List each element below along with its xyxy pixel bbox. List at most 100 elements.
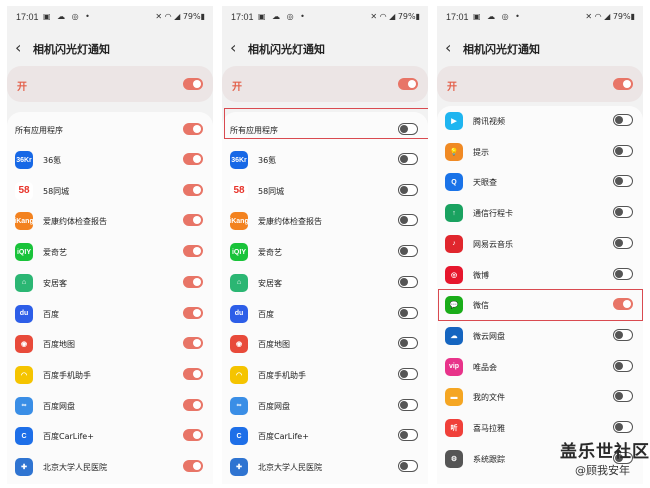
app-toggle[interactable] (183, 367, 203, 380)
app-row[interactable]: ✚ 北京大学人民医院 (222, 452, 428, 482)
app-row[interactable]: ↑ 通信行程卡 (437, 198, 643, 228)
settings-panel-1: 17:01 ▣ ☁ ◎ • ✕ ◠ ◢ 79%▮ ‹ 相机闪光灯通知 开 所有应… (7, 6, 213, 484)
app-icon: du (230, 304, 248, 323)
app-name: 爱奇艺 (258, 248, 282, 258)
app-row[interactable]: ☁ 微云网盘 (437, 321, 643, 351)
back-icon[interactable]: ‹ (15, 38, 21, 57)
app-toggle[interactable] (183, 398, 203, 411)
app-row[interactable]: C 百度CarLife+ (222, 421, 428, 451)
app-row[interactable]: 💡 提示 (437, 137, 643, 167)
app-toggle[interactable] (613, 421, 633, 433)
master-toggle[interactable] (398, 78, 418, 90)
master-switch-row[interactable]: 开 (222, 66, 428, 102)
app-row[interactable]: iKang 爱康约体检查报告 (7, 206, 213, 236)
app-row[interactable]: C 百度CarLife+ (7, 421, 213, 451)
app-icon: ↑ (445, 204, 463, 223)
app-row[interactable]: ∞ 百度网盘 (7, 391, 213, 421)
app-row[interactable]: vip 唯品会 (437, 352, 643, 382)
app-toggle[interactable] (398, 153, 418, 165)
app-row[interactable]: ◉ 百度地图 (222, 329, 428, 359)
app-row[interactable]: ⌂ 安居客 (222, 268, 428, 298)
app-icon: 58 (230, 181, 248, 200)
back-icon[interactable]: ‹ (230, 38, 236, 57)
app-row[interactable]: ∞ 百度网盘 (222, 391, 428, 421)
all-apps-label: 所有应用程序 (15, 126, 63, 135)
notification-icons: ▣ ☁ ◎ • (258, 12, 307, 21)
signal-icon: ✕ ◠ ◢ (585, 12, 613, 21)
app-name: 36氪 (258, 156, 277, 165)
app-toggle[interactable] (398, 275, 418, 288)
app-toggle[interactable] (183, 429, 203, 442)
app-toggle[interactable] (398, 429, 418, 442)
app-name: 百度地图 (43, 340, 75, 350)
app-toggle[interactable] (183, 153, 203, 165)
status-time: 17:01 (446, 12, 469, 22)
app-row[interactable]: du 百度 (7, 299, 213, 329)
notification-icons: ▣ ☁ ◎ • (473, 12, 522, 21)
app-name: 百度地图 (258, 340, 290, 350)
app-name: 百度 (43, 309, 59, 319)
app-toggle[interactable] (613, 206, 633, 219)
app-row[interactable]: 36Kr 36氪 (222, 145, 428, 175)
app-toggle[interactable] (398, 460, 418, 472)
app-row[interactable]: ⌂ 安居客 (7, 268, 213, 298)
app-name: 百度CarLife+ (43, 432, 94, 442)
battery-text: 79% (182, 12, 201, 21)
app-toggle[interactable] (613, 114, 633, 126)
app-row[interactable]: ▬ 我的文件 (437, 382, 643, 412)
app-toggle[interactable] (398, 367, 418, 380)
app-toggle[interactable] (613, 328, 633, 341)
app-toggle[interactable] (398, 398, 418, 411)
back-icon[interactable]: ‹ (445, 38, 451, 57)
all-apps-row[interactable]: 所有应用程序 (7, 115, 213, 145)
app-toggle[interactable] (613, 175, 633, 188)
app-toggle[interactable] (183, 337, 203, 350)
app-icon: iKang (15, 212, 33, 231)
app-row[interactable]: du 百度 (222, 299, 428, 329)
app-icon: C (15, 427, 33, 446)
app-row[interactable]: Q 天眼查 (437, 167, 643, 197)
app-toggle[interactable] (183, 245, 203, 258)
app-row[interactable]: ◠ 百度手机助手 (222, 360, 428, 390)
app-row[interactable]: 36Kr 36氪 (7, 145, 213, 175)
app-toggle[interactable] (613, 359, 633, 372)
app-toggle[interactable] (613, 390, 633, 403)
master-switch-row[interactable]: 开 (7, 66, 213, 102)
app-row[interactable]: ▶ 腾讯视频 (437, 106, 643, 136)
app-name: 系统跟踪 (473, 454, 505, 464)
app-name: 58同城 (258, 186, 285, 196)
app-toggle[interactable] (398, 306, 418, 319)
app-row[interactable]: 58 58同城 (7, 176, 213, 206)
app-row[interactable]: iQIY 爱奇艺 (7, 237, 213, 267)
app-toggle[interactable] (183, 183, 203, 196)
app-icon: ∞ (230, 396, 248, 415)
app-toggle[interactable] (398, 245, 418, 258)
app-row[interactable]: ◎ 微博 (437, 260, 643, 290)
app-row[interactable]: iQIY 爱奇艺 (222, 237, 428, 267)
app-toggle[interactable] (398, 337, 418, 350)
app-name: 百度手机助手 (43, 370, 91, 380)
app-row[interactable]: ♪ 网易云音乐 (437, 229, 643, 259)
app-row[interactable]: iKang 爱康约体检查报告 (222, 206, 428, 236)
app-toggle[interactable] (183, 275, 203, 288)
app-row[interactable]: ✚ 北京大学人民医院 (7, 452, 213, 482)
app-toggle[interactable] (183, 306, 203, 319)
app-toggle[interactable] (398, 214, 418, 227)
master-toggle[interactable] (613, 78, 633, 90)
app-name: 爱康约体检查报告 (43, 217, 107, 227)
app-toggle[interactable] (613, 144, 633, 157)
all-apps-toggle[interactable] (183, 123, 203, 135)
app-row[interactable]: ◠ 百度手机助手 (7, 360, 213, 390)
app-toggle[interactable] (398, 183, 418, 196)
app-toggle[interactable] (183, 460, 203, 472)
app-toggle[interactable] (613, 267, 633, 280)
app-name: 爱康约体检查报告 (258, 217, 322, 227)
app-row[interactable]: 58 58同城 (222, 176, 428, 206)
app-toggle[interactable] (613, 236, 633, 249)
master-toggle[interactable] (183, 78, 203, 90)
app-row[interactable]: ◉ 百度地图 (7, 329, 213, 359)
master-switch-label: 开 (447, 82, 457, 93)
app-icon: ⌂ (15, 273, 33, 292)
master-switch-row[interactable]: 开 (437, 66, 643, 102)
app-toggle[interactable] (183, 214, 203, 227)
